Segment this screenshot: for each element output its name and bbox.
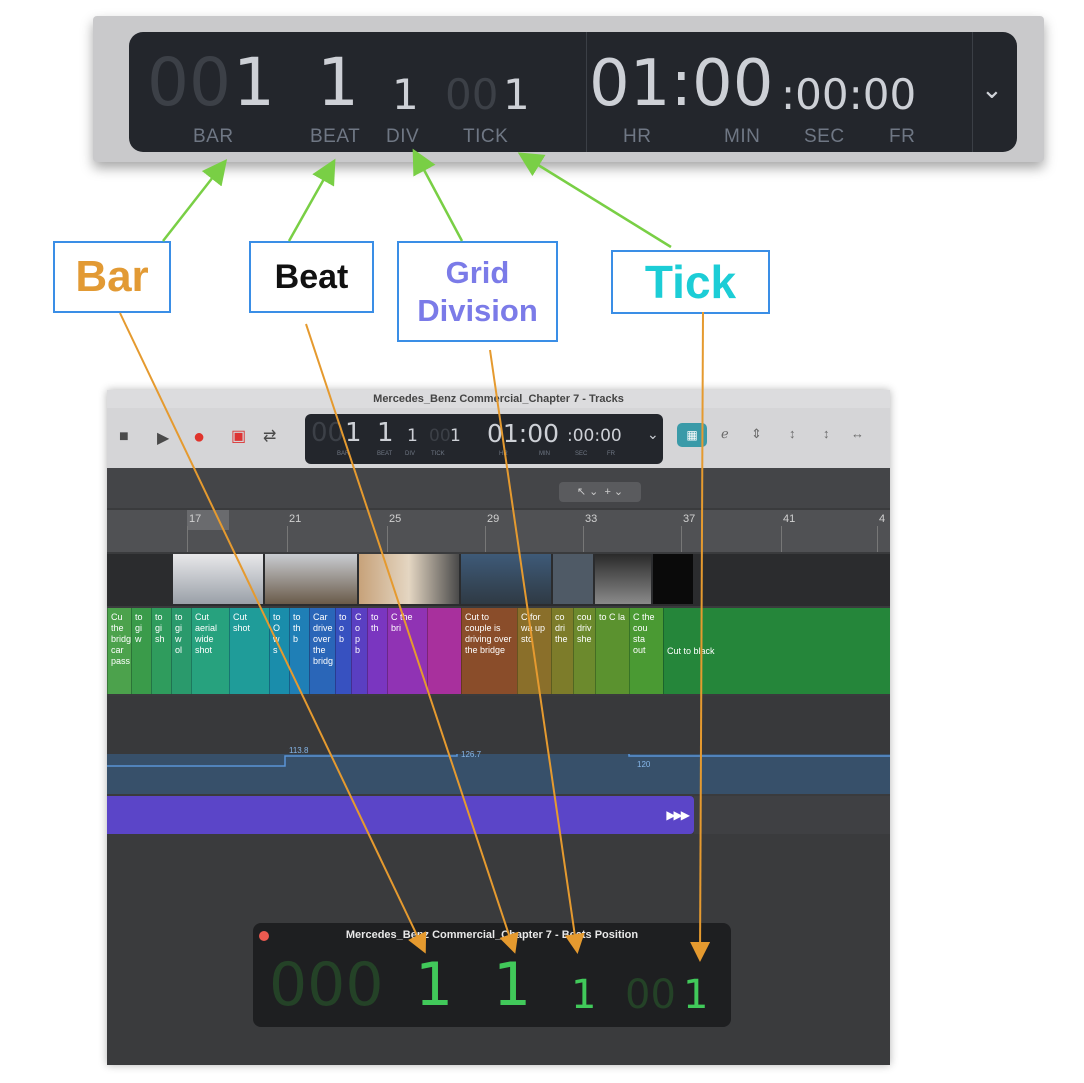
arrow-tick-to-bp bbox=[690, 311, 711, 962]
arrow-beat-to-lcd bbox=[287, 158, 336, 242]
arrow-div-to-bp bbox=[489, 349, 585, 954]
arrow-beat-to-bp bbox=[305, 323, 519, 954]
arrow-bar-to-lcd bbox=[162, 159, 228, 242]
annotation-arrows bbox=[119, 148, 711, 962]
arrow-bar-to-bp bbox=[119, 312, 427, 954]
arrow-div-to-lcd bbox=[412, 148, 464, 242]
arrow-tick-to-lcd bbox=[517, 152, 672, 249]
